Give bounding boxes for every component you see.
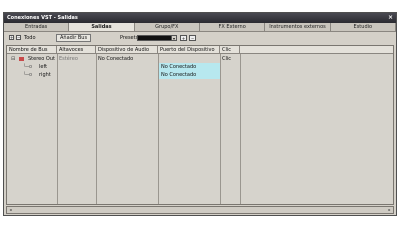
scroll-right-icon[interactable]: ▸	[386, 207, 393, 213]
bus-speakers[interactable]: Estéreo	[57, 55, 96, 63]
tab-bar: Entradas Salidas Grupo/FX FX Externo Ins…	[4, 23, 396, 32]
col-click[interactable]: Clic	[220, 46, 240, 54]
speaker-icon	[19, 57, 24, 61]
tab-fx-externo[interactable]: FX Externo	[200, 23, 266, 31]
bus-device[interactable]: No Conectado	[96, 55, 158, 63]
tree-branch-icon: └─o	[23, 64, 33, 70]
tab-entradas[interactable]: Entradas	[4, 23, 70, 31]
title-bar[interactable]: Conexiones VST - Salidas ×	[4, 13, 396, 23]
toolbar: + − Todo Añadir Bus Presets ▾ + −	[4, 33, 396, 44]
table-header: Nombre de Bus Altavoces Dispositivo de A…	[7, 46, 393, 54]
channel-port[interactable]: No Conectado	[159, 71, 220, 79]
add-bus-button[interactable]: Añadir Bus	[56, 34, 92, 42]
expand-all-label: Todo	[24, 35, 36, 41]
tree-branch-icon: └─o	[23, 72, 33, 78]
table-row[interactable]: └─o right No Conectado	[7, 71, 393, 79]
col-device-port[interactable]: Puerto del Dispositivo	[158, 46, 220, 54]
tab-estudio[interactable]: Estudio	[331, 23, 396, 31]
close-icon[interactable]: ×	[388, 13, 393, 23]
col-speakers[interactable]: Altavoces	[57, 46, 96, 54]
tab-salidas[interactable]: Salidas	[69, 23, 135, 31]
collapse-all-icon[interactable]: −	[16, 35, 21, 40]
delete-preset-icon[interactable]: −	[189, 35, 196, 41]
bus-table: Nombre de Bus Altavoces Dispositivo de A…	[6, 45, 394, 205]
table-row[interactable]: └─o left No Conectado	[7, 63, 393, 71]
tab-instrumentos-externos[interactable]: Instrumentos externos	[265, 23, 331, 31]
tab-grupo-fx[interactable]: Grupo/FX	[135, 23, 200, 31]
channel-name: left	[39, 64, 48, 70]
bus-port[interactable]	[158, 55, 220, 63]
window-title: Conexiones VST - Salidas	[7, 15, 78, 21]
bus-name[interactable]: Stereo Out	[26, 55, 57, 63]
vst-connections-window: Conexiones VST - Salidas × Entradas Sali…	[3, 12, 397, 216]
bus-click[interactable]: Clic	[220, 55, 240, 63]
tree-toggle-icon[interactable]: ⊟	[9, 55, 15, 63]
horizontal-scrollbar[interactable]: ◂ ▸	[6, 206, 394, 214]
col-bus-name[interactable]: Nombre de Bus	[7, 46, 57, 54]
scroll-left-icon[interactable]: ◂	[7, 207, 14, 213]
save-preset-icon[interactable]: +	[180, 35, 187, 41]
chevron-down-icon[interactable]: ▾	[171, 35, 177, 41]
col-audio-device[interactable]: Dispositivo de Audio	[96, 46, 158, 54]
presets-label: Presets	[120, 35, 139, 41]
channel-name: right	[39, 72, 51, 78]
expand-all-icon[interactable]: +	[9, 35, 14, 40]
table-row[interactable]: ⊟ Stereo Out Estéreo No Conectado Clic	[7, 55, 393, 63]
channel-port[interactable]: No Conectado	[159, 63, 220, 71]
